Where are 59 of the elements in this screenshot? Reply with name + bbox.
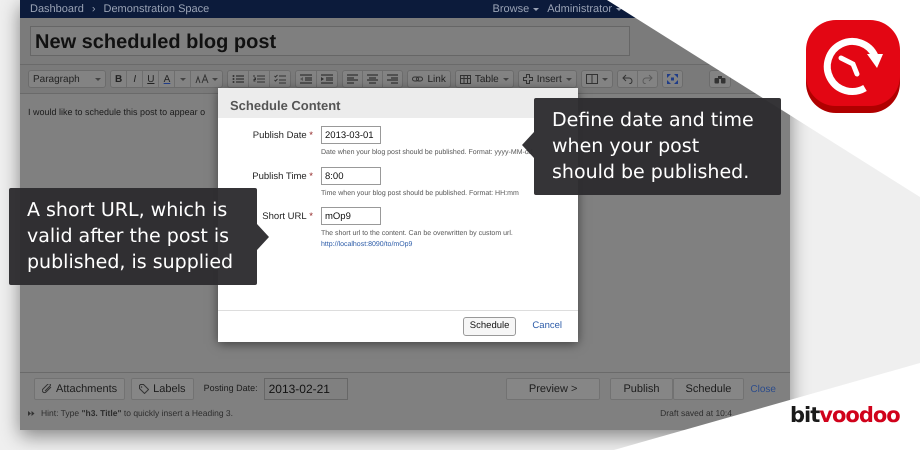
align-center-icon[interactable] [367,74,378,84]
body-text: I would like to schedule this post to appear o [28,107,206,117]
link-icon [412,75,424,83]
caret-icon [180,78,186,80]
plus-icon [522,74,533,84]
draft-status: Draft saved at 10:4 [660,407,732,420]
hint-text: Hint: Type "h3. Title" to quickly insert a Heading 3. [41,407,234,420]
cancel-link[interactable]: Cancel [532,319,562,334]
numbered-list-icon[interactable] [253,74,266,84]
italic-button[interactable]: I [127,71,144,87]
input-field[interactable]: mOp9 [321,207,381,225]
posting-date-field[interactable]: 2013-02-21 [264,378,348,400]
breadcrumb-link[interactable]: Dashboard [30,0,84,18]
redo-icon[interactable] [642,74,653,84]
undo-icon[interactable] [622,74,633,84]
schedule-button[interactable]: Schedule [672,378,744,400]
insert-button[interactable]: Insert [518,71,576,87]
posting-date-label: Posting Date: [204,382,258,396]
caret-icon [502,78,509,80]
labels-button[interactable]: Labels [131,378,194,400]
attachments-button[interactable]: Attachments [34,378,126,400]
font-size-icon [195,74,210,84]
caret-icon [533,8,540,10]
paperclip-icon [42,384,52,394]
table-icon [460,74,471,84]
title-field[interactable]: New scheduled blog post [30,26,630,56]
input-field[interactable]: 8:00 [321,166,381,184]
schedule-button[interactable]: Schedule [462,317,516,336]
nav-menu[interactable]: Browse [492,0,540,18]
caret-icon [212,78,218,80]
outdent-icon[interactable] [300,74,312,84]
clock-arrow-icon [803,18,903,116]
fullscreen-icon[interactable] [666,74,678,84]
field-label: Publish Date * [252,129,313,143]
table-button[interactable]: Table [456,71,513,87]
field-label: Publish Time * [251,170,313,184]
double-arrow-icon [28,411,35,416]
columns-icon [586,74,598,84]
tag-icon [139,384,150,394]
style-dropdown[interactable]: Paragraph [29,71,105,87]
text-color-button[interactable]: A [159,71,176,87]
align-left-icon[interactable] [347,74,358,84]
publish-button[interactable]: Publish [610,378,673,400]
bullet-list-icon[interactable] [232,74,244,84]
breadcrumb-link[interactable]: Demonstration Space [104,0,210,18]
caret-icon [566,78,572,80]
link-button[interactable]: Link [408,71,450,87]
preview-button[interactable]: Preview > [506,378,600,400]
align-right-icon[interactable] [387,74,398,84]
brand-logo-text: bitvoodoo [790,405,900,426]
underline-button[interactable]: U [143,71,160,87]
caret-icon [602,78,608,80]
input-field[interactable]: 2013-03-01 [321,126,381,144]
caret-icon [95,78,101,80]
breadcrumb-separator: › [92,2,96,17]
binoculars-icon[interactable] [714,74,726,84]
task-list-icon[interactable] [274,74,286,84]
bold-button[interactable]: B [111,71,128,87]
indent-icon[interactable] [321,74,334,84]
